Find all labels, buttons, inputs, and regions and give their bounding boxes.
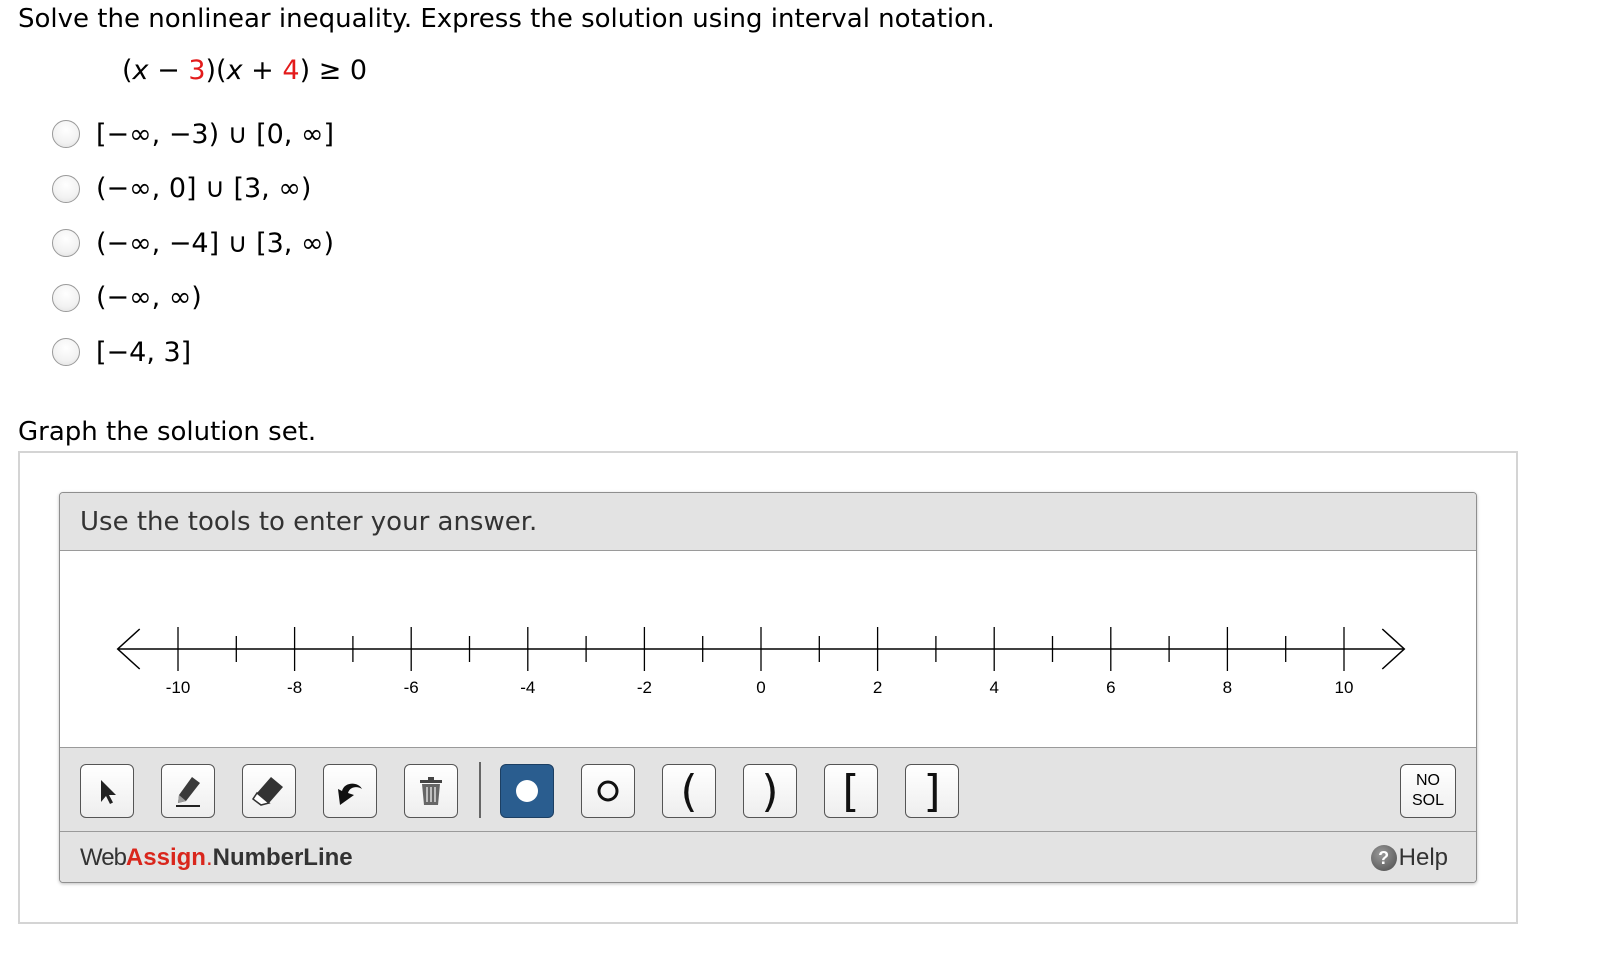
closed-dot-tool-button[interactable] [500, 764, 554, 818]
svg-text:(: ( [680, 767, 697, 815]
tool-bar: ( ) [ ] NO SOL [60, 747, 1476, 832]
right-bracket-icon: ] [923, 767, 940, 815]
left-parenthesis-icon: ( [680, 767, 697, 815]
radio-button[interactable] [52, 283, 80, 312]
right-parenthesis-icon: ) [761, 767, 778, 815]
webassign-numberline-logo: WebAssign.NumberLine [80, 844, 353, 871]
left-bracket-icon: [ [842, 767, 859, 815]
pencil-tool-button[interactable] [161, 764, 215, 818]
number-line[interactable]: -10 -8 -6 -4 -2 0 2 4 6 8 10 [60, 551, 1477, 747]
left-paren-tool-button[interactable]: ( [662, 764, 716, 818]
svg-text:[: [ [842, 767, 859, 815]
right-bracket-tool-button[interactable]: ] [905, 764, 959, 818]
radio-button[interactable] [52, 338, 80, 367]
choice-3[interactable]: (−∞, −4] ∪ [3, ∞) [52, 216, 334, 271]
panel-footer: WebAssign.NumberLine ? Help [60, 832, 1476, 882]
right-paren-tool-button[interactable]: ) [743, 764, 797, 818]
number-line-canvas[interactable]: -10 -8 -6 -4 -2 0 2 4 6 8 10 [60, 551, 1476, 747]
svg-text:): ) [761, 767, 778, 815]
closed-dot-icon [516, 780, 538, 802]
choice-label: (−∞, −4] ∪ [3, ∞) [96, 227, 334, 259]
open-dot-tool-button[interactable] [581, 764, 635, 818]
tick-label: 8 [1223, 678, 1232, 697]
tick-label: 10 [1335, 678, 1354, 697]
tick-label: 2 [873, 678, 882, 697]
eraser-tool-button[interactable] [242, 764, 296, 818]
choice-label: (−∞, ∞) [96, 282, 202, 314]
tick-label: -10 [166, 678, 191, 697]
eraser-icon [251, 777, 283, 806]
question-prompt: Solve the nonlinear inequality. Express … [18, 4, 995, 34]
choice-4[interactable]: (−∞, ∞) [52, 271, 334, 326]
tick-label: 6 [1106, 678, 1115, 697]
numberline-tool-panel: Use the tools to enter your answer. -10-… [59, 492, 1477, 883]
undo-tool-button[interactable] [323, 764, 377, 818]
choice-label: [−∞, −3) ∪ [0, ∞] [96, 118, 334, 150]
tick-label: -4 [520, 678, 535, 697]
radio-button[interactable] [52, 229, 80, 258]
choice-label: [−4, 3] [96, 336, 192, 368]
radio-button[interactable] [52, 120, 80, 149]
no-solution-button[interactable]: NO SOL [1400, 764, 1456, 818]
panel-header: Use the tools to enter your answer. [60, 493, 1476, 551]
help-label: Help [1398, 844, 1448, 871]
radio-button[interactable] [52, 174, 80, 203]
no-solution-line1: NO [1416, 772, 1440, 789]
arrow-pointer-icon [101, 780, 116, 804]
svg-text:]: ] [923, 767, 940, 815]
tick-label: -8 [287, 678, 302, 697]
choice-label: (−∞, 0] ∪ [3, ∞) [96, 173, 312, 205]
inequality-expression: (x − 3)(x + 4) ≥ 0 [122, 55, 368, 86]
pencil-icon [176, 777, 200, 807]
delete-tool-button[interactable] [404, 764, 458, 818]
open-dot-icon [597, 780, 619, 802]
choice-2[interactable]: (−∞, 0] ∪ [3, ∞) [52, 162, 334, 217]
tick-label: -6 [404, 678, 419, 697]
choice-1[interactable]: [−∞, −3) ∪ [0, ∞] [52, 107, 334, 162]
answer-choices: [−∞, −3) ∪ [0, ∞] (−∞, 0] ∪ [3, ∞) (−∞, … [52, 107, 334, 380]
undo-arrow-icon [338, 783, 362, 805]
help-link[interactable]: ? Help [1370, 844, 1448, 872]
panel-header-text: Use the tools to enter your answer. [80, 507, 538, 537]
graph-instructions: Graph the solution set. [18, 417, 317, 447]
left-bracket-tool-button[interactable]: [ [824, 764, 878, 818]
toolbar-divider [479, 762, 481, 818]
select-tool-button[interactable] [80, 764, 134, 818]
trash-icon [420, 777, 442, 805]
help-icon: ? [1370, 845, 1397, 871]
tick-label: 4 [989, 678, 998, 697]
choice-5[interactable]: [−4, 3] [52, 325, 334, 380]
tick-label: 0 [756, 678, 765, 697]
tick-label: -2 [637, 678, 652, 697]
no-solution-line2: SOL [1411, 792, 1444, 809]
